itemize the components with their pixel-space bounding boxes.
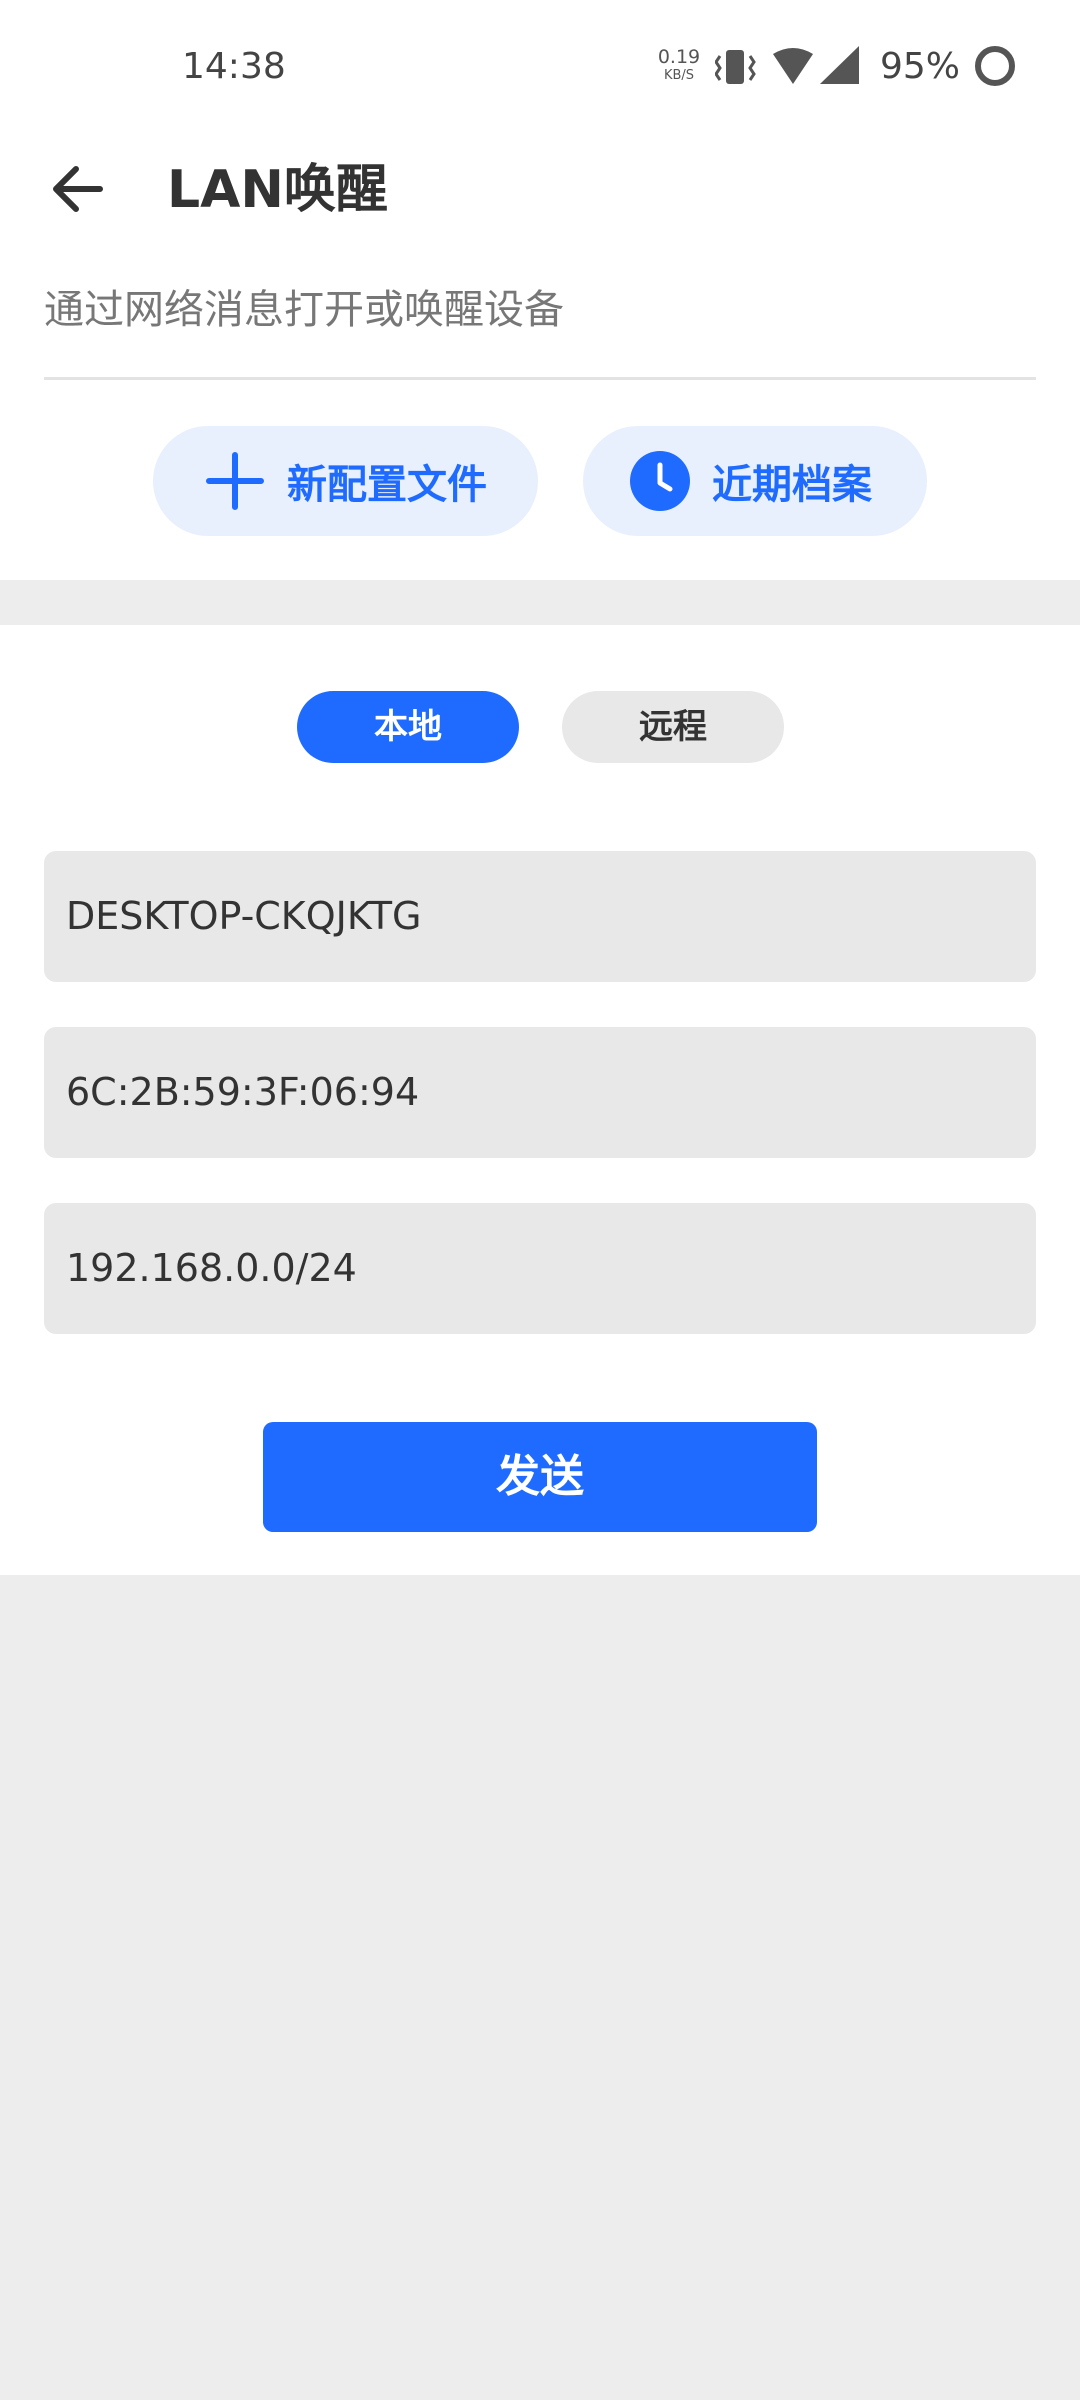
- plus-icon: [206, 452, 264, 510]
- network-speed: 0.19 KB/S: [654, 46, 704, 83]
- battery-percent: 95%: [880, 46, 961, 87]
- new-profile-label: 新配置文件: [287, 462, 487, 508]
- mac-address-field[interactable]: 6C:2B:59:3F:06:94: [44, 1027, 1036, 1158]
- status-icons: [715, 46, 859, 84]
- app-bar: LAN唤醒: [0, 130, 1080, 255]
- page-subtitle: 通过网络消息打开或唤醒设备: [44, 287, 564, 333]
- new-profile-button[interactable]: 新配置文件: [153, 426, 538, 536]
- recent-profiles-button[interactable]: 近期档案: [583, 426, 927, 536]
- header-card: 通过网络消息打开或唤醒设备 新配置文件 近期档案: [0, 255, 1080, 580]
- network-field[interactable]: 192.168.0.0/24: [44, 1203, 1036, 1334]
- hostname-field[interactable]: DESKTOP-CKQJKTG: [44, 851, 1036, 982]
- tab-local[interactable]: 本地: [297, 691, 519, 763]
- status-time: 14:38: [182, 46, 286, 87]
- network-speed-value: 0.19: [657, 46, 701, 68]
- tab-remote[interactable]: 远程: [562, 691, 784, 763]
- wifi-icon: [773, 48, 813, 84]
- back-button[interactable]: [44, 154, 114, 224]
- signal-icon: [820, 46, 859, 84]
- divider: [44, 377, 1036, 380]
- wake-form-card: 本地 远程 DESKTOP-CKQJKTG 6C:2B:59:3F:06:94 …: [0, 625, 1080, 1575]
- status-bar: 14:38 0.19 KB/S 95%: [0, 0, 1080, 130]
- page-title: LAN唤醒: [167, 160, 388, 220]
- network-speed-unit: KB/S: [663, 68, 695, 83]
- recent-profiles-label: 近期档案: [712, 462, 872, 508]
- send-button[interactable]: 发送: [263, 1422, 817, 1532]
- clock-icon: [630, 451, 690, 511]
- arrow-left-icon: [53, 166, 103, 212]
- battery-ring-icon: [975, 46, 1015, 86]
- vibrate-icon: [715, 50, 756, 84]
